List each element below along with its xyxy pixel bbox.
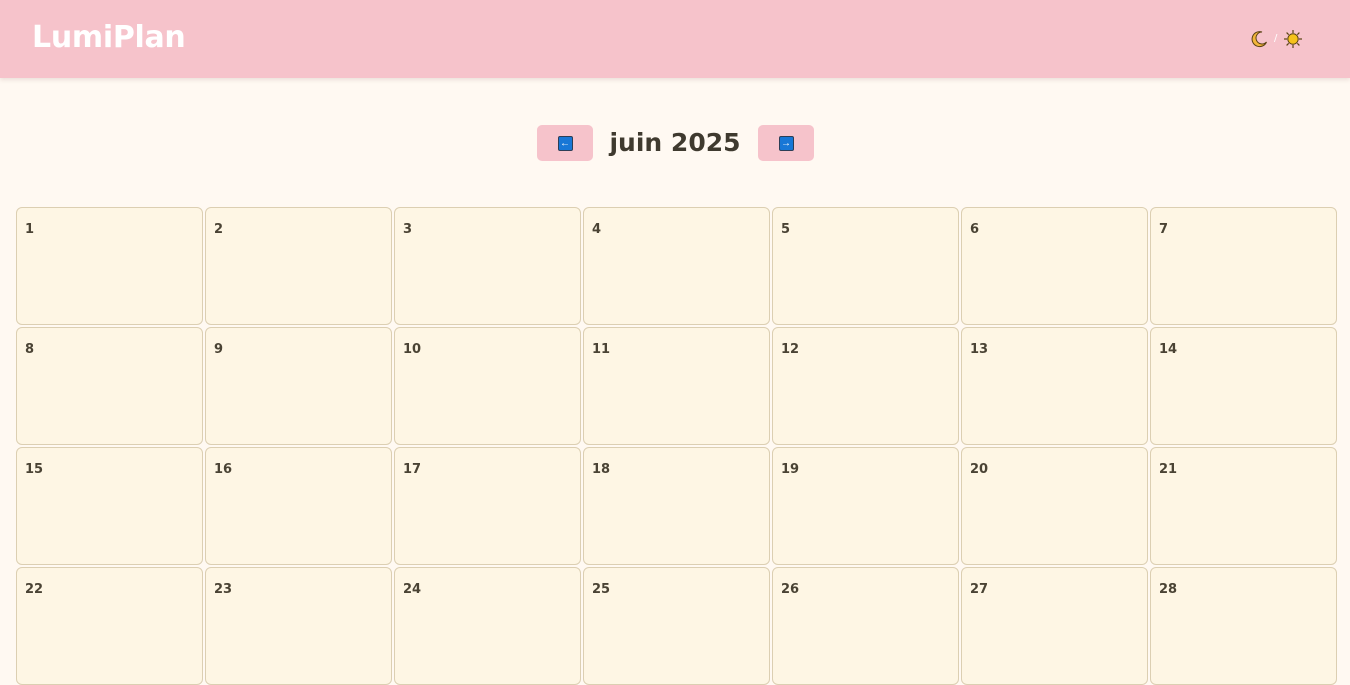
day-number: 27	[970, 582, 989, 597]
crescent-moon-icon[interactable]	[1250, 30, 1268, 48]
sun-icon[interactable]	[1283, 29, 1303, 49]
day-cell[interactable]: 24	[394, 567, 581, 685]
theme-toggle[interactable]: /	[1250, 28, 1303, 50]
day-number: 14	[1159, 342, 1178, 357]
day-cell[interactable]: 23	[205, 567, 392, 685]
day-number: 5	[781, 222, 791, 237]
day-cell[interactable]: 20	[961, 447, 1148, 565]
day-number: 28	[1159, 582, 1178, 597]
day-cell[interactable]: 8	[16, 327, 203, 445]
day-cell[interactable]: 25	[583, 567, 770, 685]
next-month-button[interactable]: →	[758, 125, 814, 161]
day-number: 18	[592, 462, 611, 477]
day-number: 25	[592, 582, 611, 597]
day-number: 4	[592, 222, 602, 237]
day-cell[interactable]: 1	[16, 207, 203, 325]
day-number: 21	[1159, 462, 1178, 477]
day-cell[interactable]: 21	[1150, 447, 1337, 565]
day-number: 17	[403, 462, 422, 477]
day-cell[interactable]: 9	[205, 327, 392, 445]
day-number: 15	[25, 462, 44, 477]
day-number: 19	[781, 462, 800, 477]
day-number: 22	[25, 582, 44, 597]
app-header: LumiPlan /	[0, 0, 1350, 78]
month-navigation: ← juin 2025 →	[0, 125, 1350, 161]
month-title: juin 2025	[609, 128, 741, 157]
day-cell[interactable]: 27	[961, 567, 1148, 685]
day-number: 12	[781, 342, 800, 357]
day-cell[interactable]: 19	[772, 447, 959, 565]
day-cell[interactable]: 11	[583, 327, 770, 445]
day-cell[interactable]: 18	[583, 447, 770, 565]
day-number: 7	[1159, 222, 1169, 237]
day-number: 10	[403, 342, 422, 357]
day-number: 2	[214, 222, 224, 237]
left-arrow-icon: ←	[557, 135, 573, 151]
day-cell[interactable]: 4	[583, 207, 770, 325]
day-cell[interactable]: 15	[16, 447, 203, 565]
day-cell[interactable]: 14	[1150, 327, 1337, 445]
day-number: 11	[592, 342, 611, 357]
day-cell[interactable]: 16	[205, 447, 392, 565]
day-number: 16	[214, 462, 233, 477]
day-number: 26	[781, 582, 800, 597]
app-logo[interactable]: LumiPlan	[32, 19, 186, 57]
day-number: 13	[970, 342, 989, 357]
day-cell[interactable]: 10	[394, 327, 581, 445]
day-cell[interactable]: 3	[394, 207, 581, 325]
day-cell[interactable]: 12	[772, 327, 959, 445]
day-number: 8	[25, 342, 35, 357]
right-arrow-icon: →	[778, 135, 794, 151]
day-number: 20	[970, 462, 989, 477]
day-cell[interactable]: 22	[16, 567, 203, 685]
day-number: 3	[403, 222, 413, 237]
day-cell[interactable]: 7	[1150, 207, 1337, 325]
day-cell[interactable]: 28	[1150, 567, 1337, 685]
day-number: 24	[403, 582, 422, 597]
toggle-separator: /	[1274, 33, 1278, 44]
previous-month-button[interactable]: ←	[537, 125, 593, 161]
day-cell[interactable]: 5	[772, 207, 959, 325]
day-cell[interactable]: 26	[772, 567, 959, 685]
day-number: 23	[214, 582, 233, 597]
day-cell[interactable]: 2	[205, 207, 392, 325]
day-number: 9	[214, 342, 224, 357]
day-number: 6	[970, 222, 980, 237]
day-number: 1	[25, 222, 35, 237]
day-cell[interactable]: 13	[961, 327, 1148, 445]
day-cell[interactable]: 6	[961, 207, 1148, 325]
calendar-grid: 1 2 3 4 5 6 7 8 9 10 11 12 13 14 15 16 17 18 19 20 21 22 23 24 2…	[16, 207, 1337, 685]
day-cell[interactable]: 17	[394, 447, 581, 565]
